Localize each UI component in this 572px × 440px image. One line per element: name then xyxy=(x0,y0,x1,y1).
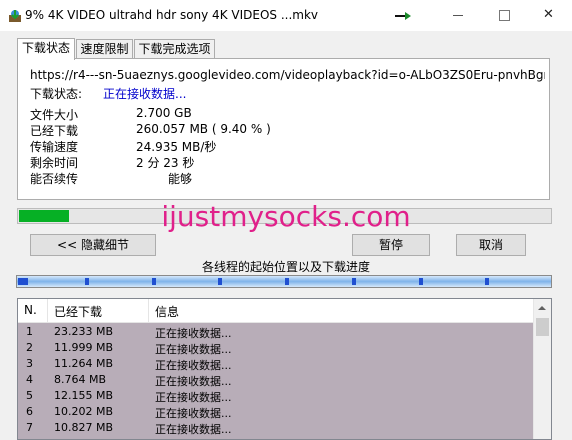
column-divider[interactable] xyxy=(148,299,149,322)
thread-segment-marker xyxy=(285,278,289,285)
thread-downloaded-cell: 11.264 MB xyxy=(54,357,114,370)
thread-segment-marker xyxy=(152,278,156,285)
thread-number-cell: 6 xyxy=(26,405,33,418)
thread-number-cell: 4 xyxy=(26,373,33,386)
thread-list[interactable]: N. 已经下载 信息 1 23.233 MB 正在接收数据... 2 11.999 MB… xyxy=(17,298,552,440)
time-left-label: 剩余时间 xyxy=(30,156,79,170)
hide-details-button[interactable]: << 隐藏细节 xyxy=(30,234,156,256)
thread-segment-marker xyxy=(419,278,423,285)
thread-info-cell: 正在接收数据... xyxy=(155,407,232,420)
thread-downloaded-cell: 12.155 MB xyxy=(54,389,114,402)
table-row[interactable]: 2 11.999 MB 正在接收数据... xyxy=(18,340,534,356)
scroll-up-icon[interactable] xyxy=(534,299,551,316)
thread-number-cell: 3 xyxy=(26,357,33,370)
download-app-icon xyxy=(9,10,21,22)
tab-speed-limit[interactable]: 速度限制 xyxy=(76,39,133,59)
thread-segment-marker xyxy=(18,278,28,285)
thread-number-cell: 7 xyxy=(26,421,33,434)
downloaded-value: 260.057 MB ( 9.40 % ) xyxy=(136,122,271,136)
downloaded-label: 已经下载 xyxy=(30,124,79,138)
cursor-arrow-icon xyxy=(395,12,411,20)
thread-progress-caption: 各线程的起始位置以及下载进度 xyxy=(201,260,370,274)
thread-segment-marker xyxy=(85,278,89,285)
thread-bar-background xyxy=(17,276,551,287)
minimize-icon[interactable] xyxy=(435,0,481,31)
thread-info-cell: 正在接收数据... xyxy=(155,375,232,388)
title-bar: 9% 4K VIDEO ultrahd hdr sony 4K VIDEOS .… xyxy=(0,0,572,31)
close-icon[interactable]: ✕ xyxy=(526,0,572,31)
cancel-button[interactable]: 取消 xyxy=(456,234,526,256)
table-row[interactable]: 6 10.202 MB 正在接收数据... xyxy=(18,404,534,420)
thread-downloaded-cell: 10.827 MB xyxy=(54,421,114,434)
thread-info-cell: 正在接收数据... xyxy=(155,391,232,404)
scrollbar-thumb[interactable] xyxy=(536,318,549,336)
thread-list-scrollbar[interactable] xyxy=(533,299,551,439)
resume-capability-value: 能够 xyxy=(168,172,193,186)
transfer-rate-value: 24.935 MB/秒 xyxy=(136,140,217,154)
pause-button[interactable]: 暂停 xyxy=(352,234,430,256)
column-divider[interactable] xyxy=(47,299,48,322)
file-size-label: 文件大小 xyxy=(30,108,79,122)
thread-number-cell: 1 xyxy=(26,325,33,338)
table-row[interactable]: 7 10.827 MB 正在接收数据... xyxy=(18,420,534,436)
watermark-text: ijustmysocks.com xyxy=(161,200,411,233)
resume-capability-label: 能否续传 xyxy=(30,172,79,186)
thread-info-cell: 正在接收数据... xyxy=(155,359,232,372)
thread-info-cell: 正在接收数据... xyxy=(155,343,232,356)
thread-segment-marker xyxy=(218,278,222,285)
thread-info-cell: 正在接收数据... xyxy=(155,423,232,436)
table-row[interactable]: 5 12.155 MB 正在接收数据... xyxy=(18,388,534,404)
close-glyph: ✕ xyxy=(543,7,554,22)
thread-downloaded-cell: 11.999 MB xyxy=(54,341,114,354)
maximize-icon[interactable] xyxy=(481,0,527,31)
time-left-value: 2 分 23 秒 xyxy=(136,156,195,170)
table-row[interactable]: 3 11.264 MB 正在接收数据... xyxy=(18,356,534,372)
column-header-downloaded[interactable]: 已经下载 xyxy=(54,303,102,320)
thread-downloaded-cell: 23.233 MB xyxy=(54,325,114,338)
column-header-info[interactable]: 信息 xyxy=(155,303,179,320)
thread-number-cell: 2 xyxy=(26,341,33,354)
column-header-number[interactable]: N. xyxy=(24,303,37,317)
table-row[interactable]: 4 8.764 MB 正在接收数据... xyxy=(18,372,534,388)
thread-list-body: 1 23.233 MB 正在接收数据... 2 11.999 MB 正在接收数据... 3 1… xyxy=(18,323,534,439)
thread-segment-marker xyxy=(352,278,356,285)
status-value: 正在接收数据... xyxy=(103,87,187,101)
transfer-rate-label: 传输速度 xyxy=(30,140,79,154)
window-title: 9% 4K VIDEO ultrahd hdr sony 4K VIDEOS .… xyxy=(25,8,319,22)
status-label: 下载状态: xyxy=(30,87,83,101)
thread-downloaded-cell: 10.202 MB xyxy=(54,405,114,418)
file-size-value: 2.700 GB xyxy=(136,106,192,120)
thread-downloaded-cell: 8.764 MB xyxy=(54,373,107,386)
thread-segment-marker xyxy=(485,278,489,285)
tab-download-status[interactable]: 下载状态 xyxy=(17,38,75,60)
download-info-panel: https://r4---sn-5uaeznys.googlevideo.com… xyxy=(17,58,550,200)
thread-number-cell: 5 xyxy=(26,389,33,402)
thread-progress-bar xyxy=(16,275,552,288)
download-url: https://r4---sn-5uaeznys.googlevideo.com… xyxy=(30,68,545,82)
thread-list-header: N. 已经下载 信息 xyxy=(18,299,534,323)
table-row[interactable]: 1 23.233 MB 正在接收数据... xyxy=(18,324,534,340)
thread-info-cell: 正在接收数据... xyxy=(155,327,232,340)
tab-completion-options[interactable]: 下载完成选项 xyxy=(134,39,215,59)
